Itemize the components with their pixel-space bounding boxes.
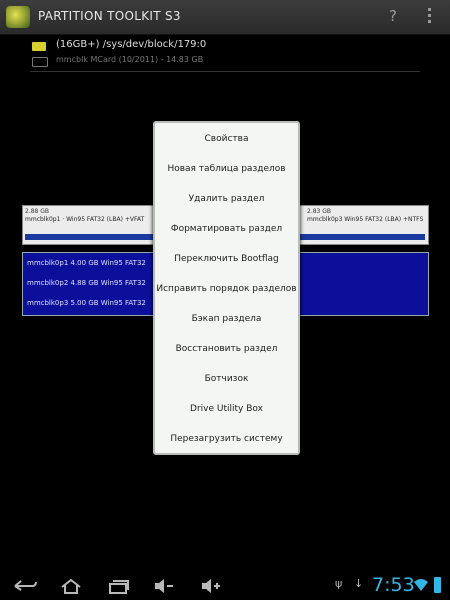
- recent-apps-icon[interactable]: [108, 577, 130, 595]
- partition-size-right: 2.83 GB: [307, 208, 332, 215]
- navigation-bar: ψ ↓ 7:53: [0, 572, 450, 600]
- app-title: PARTITION TOOLKIT S3: [38, 9, 181, 23]
- menu-item-fix-partition-order[interactable]: Исправить порядок разделов: [155, 274, 298, 304]
- wifi-icon: [414, 577, 428, 591]
- home-icon[interactable]: [60, 577, 82, 595]
- device-path: (16GB+) /sys/dev/block/179:0: [56, 39, 207, 50]
- menu-item-toggle-bootflag[interactable]: Переключить Bootflag: [155, 244, 298, 274]
- menu-item-backup-partition[interactable]: Бэкап раздела: [155, 304, 298, 334]
- menu-item-properties[interactable]: Свойства: [155, 124, 298, 154]
- sd-card-icon: [32, 57, 48, 67]
- device-info: mmcblk MCard (10/2011) - 14.83 GB: [56, 55, 204, 64]
- usb-icon: ψ: [335, 577, 343, 590]
- device-header[interactable]: (16GB+) /sys/dev/block/179:0 mmcblk MCar…: [30, 38, 420, 72]
- back-icon[interactable]: [12, 577, 38, 595]
- partition-size-left: 2.88 GB: [25, 208, 50, 215]
- partition-row[interactable]: mmcblk0p3 5.00 GB Win95 FAT32: [27, 299, 146, 307]
- memory-chip-icon: [32, 42, 46, 51]
- menu-item-restore-partition[interactable]: Восстановить раздел: [155, 334, 298, 364]
- menu-item-new-partition-table[interactable]: Новая таблица разделов: [155, 154, 298, 184]
- volume-up-icon[interactable]: [200, 577, 222, 595]
- menu-item-extra[interactable]: Ботчизок: [155, 364, 298, 394]
- app-logo-icon: [6, 6, 30, 28]
- download-icon: ↓: [354, 577, 364, 590]
- battery-icon: [434, 577, 441, 593]
- overflow-menu-icon[interactable]: [426, 8, 432, 26]
- menu-item-reboot-system[interactable]: Перезагрузить систему: [155, 424, 298, 454]
- partition-row[interactable]: mmcblk0p1 4.00 GB Win95 FAT32: [27, 259, 146, 267]
- help-icon[interactable]: ?: [386, 7, 400, 25]
- action-bar: PARTITION TOOLKIT S3 ?: [0, 0, 450, 35]
- menu-item-format-partition[interactable]: Форматировать раздел: [155, 214, 298, 244]
- partition-row[interactable]: mmcblk0p2 4.88 GB Win95 FAT32: [27, 279, 146, 287]
- volume-down-icon[interactable]: [153, 577, 175, 595]
- partition-label-left: mmcblk0p1 · Win95 FAT32 (LBA) +VFAT: [25, 216, 145, 223]
- menu-item-drive-utility-box[interactable]: Drive Utility Box: [155, 394, 298, 424]
- status-clock: 7:53: [372, 574, 415, 596]
- context-menu: Свойства Новая таблица разделов Удалить …: [153, 121, 300, 455]
- partition-label-right: mmcblk0p3 Win95 FAT32 (LBA) +NTFS: [307, 216, 424, 223]
- menu-item-delete-partition[interactable]: Удалить раздел: [155, 184, 298, 214]
- divider: [30, 71, 420, 72]
